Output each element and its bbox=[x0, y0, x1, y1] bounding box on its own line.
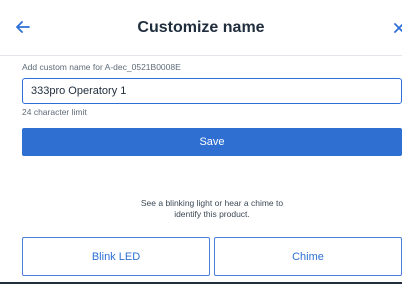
character-limit-text: 24 character limit bbox=[22, 107, 87, 117]
blink-led-button[interactable]: Blink LED bbox=[22, 237, 210, 276]
header: Customize name bbox=[0, 0, 402, 56]
identify-hint-line1: See a blinking light or hear a chime to bbox=[140, 198, 284, 208]
save-button[interactable]: Save bbox=[22, 128, 402, 156]
close-button[interactable] bbox=[388, 18, 402, 40]
custom-name-input[interactable] bbox=[22, 78, 402, 104]
page-title: Customize name bbox=[137, 19, 265, 36]
identify-hint-line2: identify this product. bbox=[174, 209, 250, 219]
identify-hint: See a blinking light or hear a chime to … bbox=[22, 198, 402, 220]
custom-name-label: Add custom name for A-dec_0521B0008E bbox=[22, 62, 181, 72]
chime-button[interactable]: Chime bbox=[214, 237, 402, 276]
close-icon bbox=[394, 20, 402, 38]
customize-name-screen: Customize name Add custom name for A-dec… bbox=[0, 0, 402, 284]
